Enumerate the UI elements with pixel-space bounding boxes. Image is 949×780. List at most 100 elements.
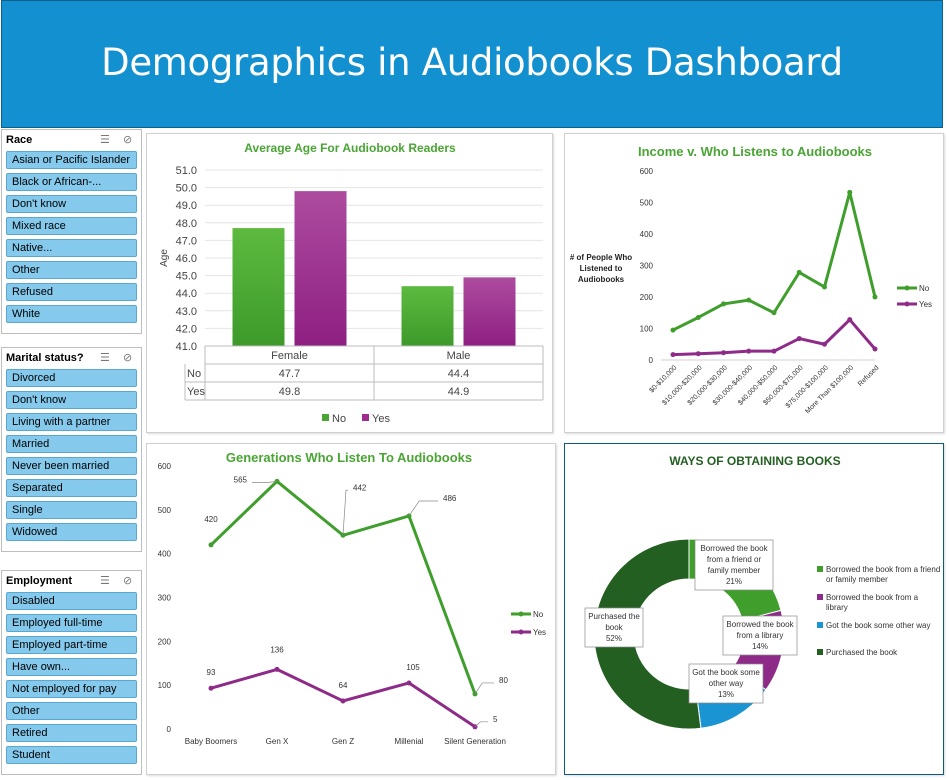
legend-label: Got the book some other way: [826, 621, 931, 630]
slicer-item[interactable]: Asian or Pacific Islander: [6, 151, 137, 169]
slicer-item[interactable]: Not employed for pay: [6, 680, 137, 698]
dashboard-title: Demographics in Audiobooks Dashboard: [101, 41, 843, 84]
data-point: [847, 189, 853, 195]
slicer-title: Marital status?: [6, 352, 84, 364]
slicer-item[interactable]: Don't know: [6, 195, 137, 213]
legend-label: No: [919, 284, 930, 293]
slicer-item[interactable]: Retired: [6, 724, 137, 742]
legend-label: No: [533, 610, 544, 619]
table-row-label: Yes: [187, 386, 205, 398]
legend-swatch: [817, 649, 823, 655]
y-tick-label: 200: [158, 637, 172, 646]
slicer-item[interactable]: Don't know: [6, 391, 137, 409]
slicer-item[interactable]: Widowed: [6, 523, 137, 541]
slicer-item[interactable]: Black or African-...: [6, 173, 137, 191]
data-point: [771, 348, 777, 354]
multi-select-icon[interactable]: ☰: [100, 574, 110, 587]
data-point: [872, 346, 878, 352]
slicer-item[interactable]: White: [6, 305, 137, 323]
multi-select-icon[interactable]: ☰: [100, 351, 110, 364]
y-tick-label: 500: [158, 506, 172, 515]
data-point: [746, 348, 752, 354]
slicer-header: Marital status? ☰ ⊘: [2, 348, 141, 369]
data-point: [872, 294, 878, 300]
slicer-item[interactable]: Refused: [6, 283, 137, 301]
y-axis-label: Age: [159, 249, 170, 267]
data-point: [340, 698, 346, 704]
y-axis-label: # of People Who Listened to Audiobooks: [570, 253, 632, 284]
clear-filter-icon[interactable]: ⊘: [123, 133, 132, 146]
slicer-item[interactable]: Employed full-time: [6, 614, 137, 632]
income-chart-panel: Income v. Who Listens to Audiobooks 0 100 2…: [564, 133, 944, 433]
chart-title: WAYS OF OBTAINING BOOKS: [669, 454, 840, 468]
slicer-item[interactable]: Native...: [6, 239, 137, 257]
legend-marker: [518, 611, 524, 617]
slicer-title: Race: [6, 134, 33, 146]
legend-label: Yes: [533, 628, 546, 637]
slicer-item[interactable]: Other: [6, 702, 137, 720]
slicer-item[interactable]: Living with a partner: [6, 413, 137, 431]
table-cell: 44.9: [448, 386, 469, 398]
data-label: 442: [353, 483, 367, 492]
legend-label: Yes: [372, 413, 390, 425]
clear-filter-icon[interactable]: ⊘: [123, 574, 132, 587]
legend-label: Purchased the book: [826, 648, 898, 657]
data-point: [472, 691, 478, 697]
leader-line: [342, 489, 348, 536]
series-line-no: [209, 479, 477, 695]
legend-marker: [518, 629, 524, 635]
y-tick-label: 400: [640, 230, 654, 239]
x-tick-label: Millenial: [395, 737, 424, 746]
table-row-label: No: [187, 368, 201, 380]
data-label-percent: 13%: [718, 690, 734, 699]
income-chart: Income v. Who Listens to Audiobooks 0 100 2…: [570, 144, 932, 415]
slicer-item[interactable]: Have own...: [6, 658, 137, 676]
legend-label: No: [332, 413, 346, 425]
generations-chart: Generations Who Listen To Audiobooks 0 100…: [158, 450, 546, 746]
slicer-item[interactable]: Mixed race: [6, 217, 137, 235]
slicer-item[interactable]: Never been married: [6, 457, 137, 475]
y-tick-label: 44.0: [176, 288, 197, 300]
data-point: [406, 680, 412, 686]
data-point: [822, 284, 827, 290]
y-tick-label: 47.0: [176, 235, 197, 247]
slicer-item[interactable]: Student: [6, 746, 137, 764]
data-label: 420: [204, 515, 218, 524]
data-point: [208, 542, 214, 548]
slicer-header: Employment ☰ ⊘: [2, 571, 141, 592]
data-point: [746, 297, 752, 303]
multi-select-icon[interactable]: ☰: [100, 133, 110, 146]
slicer-header: Race ☰ ⊘: [2, 130, 141, 151]
slicer-title: Employment: [6, 575, 73, 587]
generations-chart-panel: Generations Who Listen To Audiobooks 0 100…: [146, 443, 556, 775]
x-tick-label: Silent Generation: [444, 737, 506, 746]
slicer-item[interactable]: Separated: [6, 479, 137, 497]
y-tick-label: 42.0: [176, 323, 197, 335]
series-line-yes: [210, 667, 476, 729]
legend-swatch: [817, 622, 823, 628]
x-tick-label: Baby Boomers: [185, 737, 237, 746]
legend-swatch: [362, 414, 369, 421]
data-label-percent: 21%: [726, 577, 742, 586]
slicer-item[interactable]: Divorced: [6, 369, 137, 387]
leader-line: [252, 480, 278, 483]
data-label: 105: [406, 663, 420, 672]
data-point: [670, 352, 676, 358]
series-line-no: [672, 190, 877, 332]
slicer-item[interactable]: Employed part-time: [6, 636, 137, 654]
data-point: [822, 341, 827, 347]
data-point: [721, 350, 726, 356]
y-tick-label: 49.0: [176, 200, 197, 212]
data-label: 64: [339, 681, 348, 690]
chart-title: Income v. Who Listens to Audiobooks: [638, 144, 872, 159]
slicer-item[interactable]: Disabled: [6, 592, 137, 610]
data-point: [796, 269, 802, 275]
ways-obtaining-chart-panel: WAYS OF OBTAINING BOOKS Borrowed the book…: [564, 443, 944, 775]
slicer-item[interactable]: Single: [6, 501, 137, 519]
y-tick-label: 50.0: [176, 183, 197, 195]
dashboard-header: Demographics in Audiobooks Dashboard: [1, 0, 943, 128]
data-point: [796, 336, 802, 342]
slicer-item[interactable]: Other: [6, 261, 137, 279]
slicer-item[interactable]: Married: [6, 435, 137, 453]
clear-filter-icon[interactable]: ⊘: [123, 351, 132, 364]
